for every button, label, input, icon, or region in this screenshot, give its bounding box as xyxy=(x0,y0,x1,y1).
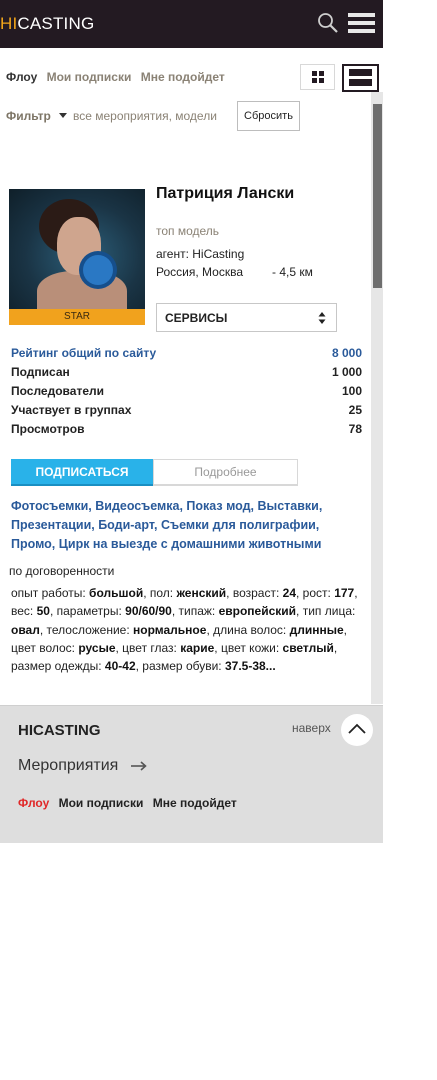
scrollbar[interactable] xyxy=(371,92,383,704)
back-to-top-label[interactable]: наверх xyxy=(292,721,331,735)
detail-value: светлый xyxy=(282,640,334,655)
detail-key: , рост: xyxy=(296,586,335,600)
chevron-up-icon xyxy=(348,723,366,734)
detail-value: овал xyxy=(11,622,40,637)
footer-nav-suitable[interactable]: Мне подойдет xyxy=(153,796,237,810)
grid-view-icon xyxy=(312,71,324,83)
star-badge: STAR xyxy=(9,309,145,325)
footer-events-link[interactable]: Мероприятия xyxy=(18,757,147,775)
arrow-right-icon xyxy=(130,761,147,771)
scrollbar-thumb[interactable] xyxy=(373,104,382,288)
detail-value: женский xyxy=(176,586,227,600)
profile-distance: - 4,5 км xyxy=(272,265,313,279)
subscribe-button[interactable]: ПОДПИСАТЬСЯ xyxy=(11,459,153,486)
stat-value: 25 xyxy=(348,403,362,417)
dropdown-arrow-icon[interactable] xyxy=(59,113,67,118)
detail-key: , цвет глаз: xyxy=(115,640,181,655)
tab-subscriptions[interactable]: Мои подписки xyxy=(47,70,132,84)
footer-brand[interactable]: HICASTING xyxy=(18,722,101,739)
detail-value: 24 xyxy=(282,586,296,600)
detail-value: длинные xyxy=(289,622,344,637)
detail-key: , размер обуви: xyxy=(135,659,225,674)
services-select-label: СЕРВИСЫ xyxy=(165,311,228,325)
detail-key: , пол: xyxy=(143,586,177,600)
tab-suitable[interactable]: Мне подойдет xyxy=(141,70,225,84)
top-bar: HICASTING xyxy=(0,0,383,48)
stat-row: Подписан 1 000 xyxy=(11,363,362,382)
footer-nav-subscriptions[interactable]: Мои подписки xyxy=(59,796,144,810)
stat-row: Рейтинг общий по сайту 8 000 xyxy=(11,344,362,363)
profile-name[interactable]: Патриция Лански xyxy=(156,185,356,203)
search-icon[interactable] xyxy=(317,12,339,34)
footer: HICASTING наверх Мероприятия Флоу Мои по… xyxy=(0,705,383,843)
detail-key: , возраст: xyxy=(226,586,283,600)
list-view-icon xyxy=(349,69,372,86)
footer-nav: Флоу Мои подписки Мне подойдет xyxy=(18,796,243,810)
detail-value: европейский xyxy=(218,604,297,619)
detail-value: нормальное xyxy=(133,622,207,637)
services-list[interactable]: Фотосъемки, Видеосъемка, Показ мод, Выст… xyxy=(11,497,341,554)
stat-label[interactable]: Рейтинг общий по сайту xyxy=(11,346,156,360)
price-text: по договоренности xyxy=(9,564,115,578)
profile-agent: агент: HiCasting xyxy=(156,247,245,261)
stat-label: Подписан xyxy=(11,365,70,379)
footer-events-label: Мероприятия xyxy=(18,757,119,774)
reset-button[interactable]: Сбросить xyxy=(237,101,300,131)
stats-table: Рейтинг общий по сайту 8 000 Подписан 1 … xyxy=(11,344,362,439)
grid-view-button[interactable] xyxy=(300,64,335,90)
stat-row: Просмотров 78 xyxy=(11,420,362,439)
logo[interactable]: HICASTING xyxy=(0,14,94,34)
stat-label: Последователи xyxy=(11,384,104,398)
detail-value: карие xyxy=(180,640,215,655)
detail-key: , тип лица: xyxy=(296,604,356,619)
profile-location: Россия, Москва xyxy=(156,265,243,279)
profile-details: опыт работы: большой, пол: женский, возр… xyxy=(11,584,366,675)
detail-value: большой xyxy=(89,586,144,600)
list-view-button[interactable] xyxy=(342,64,379,92)
stat-value: 8 000 xyxy=(331,346,362,360)
logo-casting: CASTING xyxy=(17,14,95,33)
detail-key: , параметры: xyxy=(49,604,126,619)
stat-row: Участвует в группах 25 xyxy=(11,401,362,420)
stat-label: Участвует в группах xyxy=(11,403,132,417)
detail-value: 37.5-38... xyxy=(224,659,276,674)
stat-value: 100 xyxy=(341,384,362,398)
detail-value: 50 xyxy=(36,604,50,619)
detail-value: 90/60/90 xyxy=(125,604,172,619)
detail-key: , типаж: xyxy=(171,604,219,619)
detail-key: , длина волос: xyxy=(206,622,290,637)
stat-value: 1 000 xyxy=(331,365,362,379)
filter-dropdown[interactable]: Фильтр xyxy=(6,109,51,123)
footer-nav-flow[interactable]: Флоу xyxy=(18,796,49,810)
profile-photo[interactable] xyxy=(9,189,145,310)
back-to-top-button[interactable] xyxy=(341,714,373,746)
detail-key: , телосложение: xyxy=(39,622,134,637)
select-arrows-icon xyxy=(318,312,326,324)
detail-value: русые xyxy=(78,640,116,655)
menu-icon[interactable] xyxy=(348,13,375,33)
detail-key: , цвет кожи: xyxy=(214,640,283,655)
tab-flow[interactable]: Флоу xyxy=(6,70,37,84)
logo-hi: HI xyxy=(0,14,18,33)
detail-value: 40-42 xyxy=(104,659,136,674)
filter-value: все мероприятия, модели xyxy=(73,109,217,123)
services-select[interactable]: СЕРВИСЫ xyxy=(156,303,337,332)
details-button[interactable]: Подробнее xyxy=(153,459,298,486)
stat-label: Просмотров xyxy=(11,422,85,436)
detail-key: опыт работы: xyxy=(11,586,90,600)
profile-role: топ модель xyxy=(156,224,220,238)
stat-row: Последователи 100 xyxy=(11,382,362,401)
stat-value: 78 xyxy=(348,422,362,436)
flow-tabs: Флоу Мои подписки Мне подойдет xyxy=(6,70,231,84)
detail-value: 177 xyxy=(334,586,355,600)
